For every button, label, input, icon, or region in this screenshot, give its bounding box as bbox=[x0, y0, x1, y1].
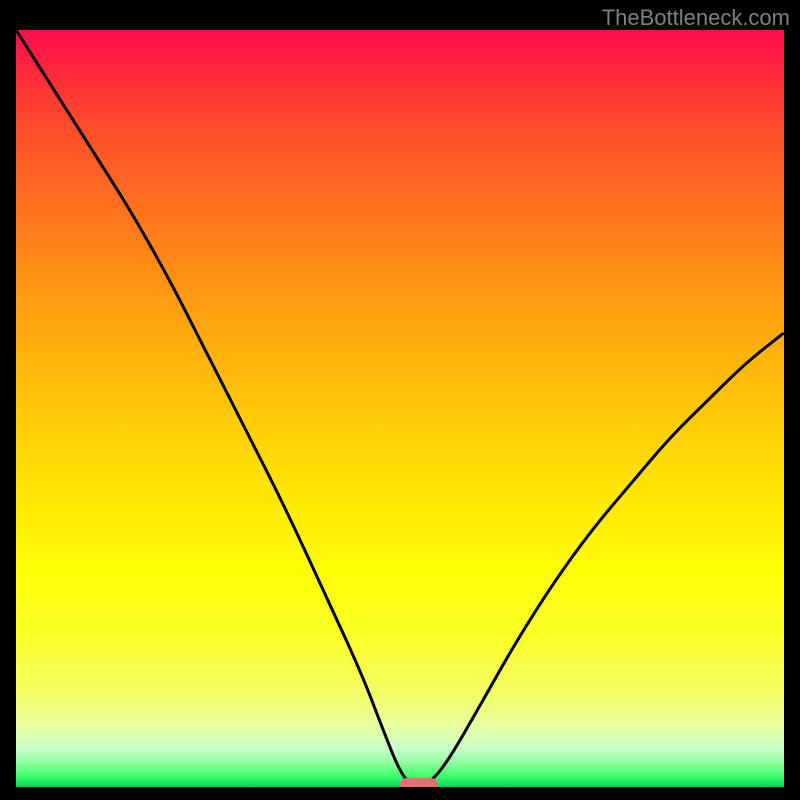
optimum-marker bbox=[400, 778, 438, 787]
chart-plot-area bbox=[16, 30, 784, 787]
bottleneck-curve bbox=[16, 30, 784, 787]
watermark-text: TheBottleneck.com bbox=[602, 5, 790, 31]
